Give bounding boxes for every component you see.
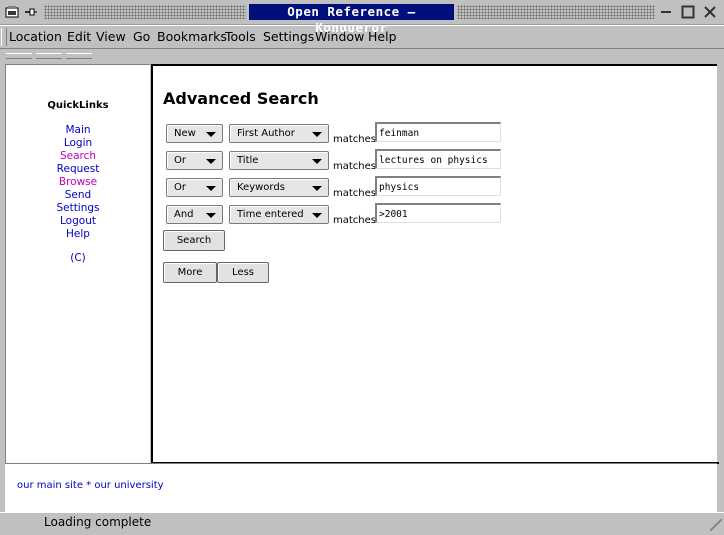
chevron-down-icon	[206, 213, 216, 218]
matches-label-1: matches	[333, 134, 376, 145]
chevron-down-icon	[206, 186, 216, 191]
search-value-input-3[interactable]	[375, 176, 501, 196]
konqueror-window: Open Reference – Konqueror Location Edit…	[0, 0, 724, 534]
quicklinks-frame: QuickLinks Main Login Search Request Bro…	[5, 64, 150, 463]
menu-location[interactable]: Location	[9, 29, 62, 44]
menu-bar-handle[interactable]	[1, 28, 7, 46]
matches-label-4: matches	[333, 215, 376, 226]
field-select-2[interactable]: Title	[229, 151, 329, 170]
chevron-down-icon	[312, 132, 322, 137]
menu-settings[interactable]: Settings	[263, 29, 314, 44]
quicklink-logout[interactable]: Logout	[6, 215, 150, 227]
quicklink-search[interactable]: Search	[6, 150, 150, 162]
operator-select-1-value: New	[174, 128, 196, 139]
menu-help[interactable]: Help	[368, 29, 397, 44]
menu-edit[interactable]: Edit	[67, 29, 91, 44]
operator-select-4[interactable]: And	[166, 205, 223, 224]
menu-bookmarks[interactable]: Bookmarks	[157, 29, 227, 44]
menu-go[interactable]: Go	[133, 29, 150, 44]
field-select-1-value: First Author	[237, 128, 295, 139]
menu-view[interactable]: View	[96, 29, 126, 44]
matches-label-3: matches	[333, 188, 376, 199]
chevron-down-icon	[206, 159, 216, 164]
collapsed-toolbars	[0, 49, 724, 63]
pin-icon[interactable]	[24, 5, 38, 19]
resize-grip-icon[interactable]	[710, 519, 722, 531]
field-select-3[interactable]: Keywords	[229, 178, 329, 197]
quicklink-request[interactable]: Request	[6, 163, 150, 175]
konqueror-app-icon[interactable]	[5, 5, 19, 19]
chevron-down-icon	[312, 213, 322, 218]
search-value-input-1[interactable]	[375, 122, 501, 142]
quicklinks-title: QuickLinks	[47, 100, 109, 111]
chevron-down-icon	[312, 159, 322, 164]
page-title: Advanced Search	[163, 89, 319, 108]
search-value-input-2[interactable]	[375, 149, 501, 169]
title-bar-grip-right	[457, 5, 655, 19]
toolbar-handle-extra[interactable]	[36, 53, 62, 59]
footer-frame: our main site * our university	[5, 463, 717, 512]
operator-select-4-value: And	[174, 209, 194, 220]
field-select-1[interactable]: First Author	[229, 124, 329, 143]
maximize-icon[interactable]	[680, 4, 696, 20]
search-button[interactable]: Search	[163, 230, 225, 251]
quicklink-login[interactable]: Login	[6, 137, 150, 149]
title-bar[interactable]: Open Reference – Konqueror	[0, 0, 724, 35]
menu-window[interactable]: Window	[315, 29, 364, 44]
quicklink-settings[interactable]: Settings	[6, 202, 150, 214]
title-bar-grip-left	[44, 5, 246, 19]
chevron-down-icon	[312, 186, 322, 191]
operator-select-2[interactable]: Or	[166, 151, 223, 170]
quicklink-main[interactable]: Main	[6, 124, 150, 136]
search-frame: Advanced Search New First Author matches…	[151, 64, 719, 464]
field-select-2-value: Title	[237, 155, 259, 166]
toolbar-handle-main[interactable]	[6, 53, 32, 59]
quicklink-browse[interactable]: Browse	[6, 176, 150, 188]
menu-bar: Location Edit View Go Bookmarks Tools Se…	[0, 25, 724, 49]
chevron-down-icon	[206, 132, 216, 137]
field-select-4[interactable]: Time entered	[229, 205, 329, 224]
search-value-input-4[interactable]	[375, 203, 501, 223]
footer-links[interactable]: our main site * our university	[17, 480, 164, 491]
operator-select-3[interactable]: Or	[166, 178, 223, 197]
close-icon[interactable]	[702, 4, 718, 20]
minimize-icon[interactable]	[658, 4, 674, 20]
field-select-4-value: Time entered	[237, 209, 304, 220]
frame-splitter[interactable]	[717, 64, 723, 462]
more-button[interactable]: More	[163, 262, 217, 283]
copyright-link[interactable]: (C)	[6, 252, 150, 264]
menu-tools[interactable]: Tools	[225, 29, 256, 44]
quicklink-send[interactable]: Send	[6, 189, 150, 201]
operator-select-1[interactable]: New	[166, 124, 223, 143]
field-select-3-value: Keywords	[237, 182, 285, 193]
status-bar: Loading complete	[0, 512, 724, 535]
matches-label-2: matches	[333, 161, 376, 172]
operator-select-3-value: Or	[174, 182, 186, 193]
quicklink-help[interactable]: Help	[6, 228, 150, 240]
operator-select-2-value: Or	[174, 155, 186, 166]
less-button[interactable]: Less	[217, 262, 269, 283]
window-title: Open Reference – Konqueror	[249, 4, 454, 35]
toolbar-handle-location[interactable]	[66, 53, 92, 59]
status-text: Loading complete	[44, 515, 152, 529]
